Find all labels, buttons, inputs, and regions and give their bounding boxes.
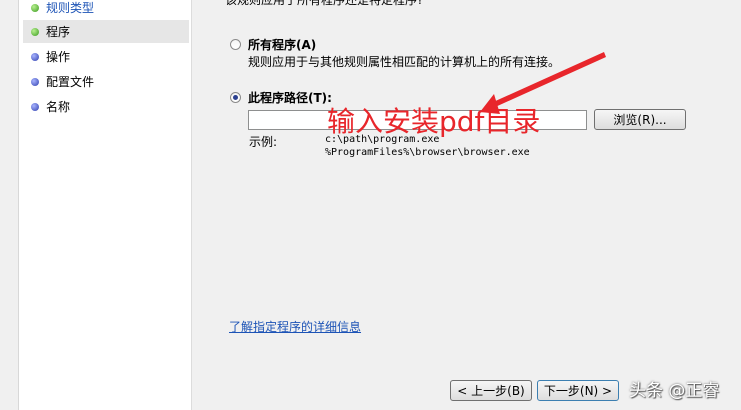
- sidebar-item-rule-type[interactable]: 规则类型: [23, 0, 189, 19]
- all-programs-label[interactable]: 所有程序(A): [248, 36, 316, 53]
- sidebar-item-program[interactable]: 程序: [23, 20, 189, 43]
- all-programs-description: 规则应用于与其他规则属性相匹配的计算机上的所有连接。: [248, 55, 561, 69]
- sidebar-item-action[interactable]: 操作: [23, 45, 189, 68]
- wizard-step-sidebar: 规则类型 程序 操作 配置文件 名称: [19, 0, 192, 410]
- program-path-radio[interactable]: [230, 92, 241, 103]
- browse-button[interactable]: 浏览(R)...: [594, 109, 686, 130]
- window-left-edge: [0, 0, 19, 410]
- step-pending-icon: [31, 77, 39, 86]
- step-complete-icon: [31, 3, 39, 12]
- sidebar-item-name[interactable]: 名称: [23, 95, 189, 118]
- annotation-text: 输入安装pdf目录: [327, 105, 541, 138]
- step-pending-icon: [31, 52, 39, 61]
- example-label: 示例:: [249, 135, 278, 149]
- help-link[interactable]: 了解指定程序的详细信息: [229, 318, 361, 335]
- sidebar-item-label: 操作: [46, 50, 71, 64]
- sidebar-item-label: 配置文件: [46, 75, 95, 89]
- watermark-text: 头条 @正睿: [629, 381, 720, 401]
- step-current-icon: [31, 27, 39, 36]
- wizard-main-panel: 该规则应用于所有程序还是特定程序? 所有程序(A) 规则应用于与其他规则属性相匹…: [192, 0, 741, 410]
- back-button[interactable]: < 上一步(B): [450, 380, 532, 401]
- program-path-label[interactable]: 此程序路径(T):: [248, 89, 332, 106]
- all-programs-radio[interactable]: [230, 39, 241, 50]
- example-path-2: %ProgramFiles%\browser\browser.exe: [325, 147, 530, 158]
- page-question: 该规则应用于所有程序还是特定程序?: [225, 0, 424, 7]
- sidebar-item-label: 规则类型: [46, 1, 95, 15]
- step-pending-icon: [31, 102, 39, 111]
- sidebar-item-label: 程序: [46, 25, 71, 39]
- sidebar-item-label: 名称: [46, 100, 71, 114]
- next-button[interactable]: 下一步(N) >: [537, 380, 619, 401]
- sidebar-item-profile[interactable]: 配置文件: [23, 70, 189, 93]
